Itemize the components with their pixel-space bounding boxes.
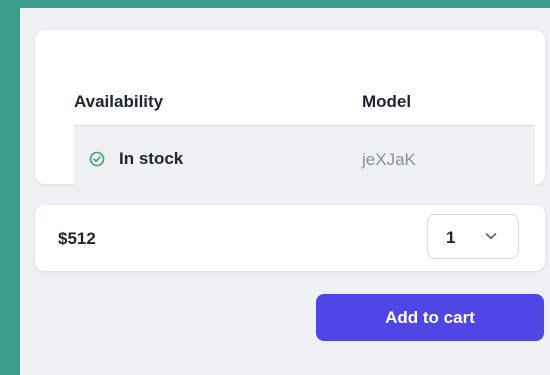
- quantity-value: 1: [446, 228, 456, 247]
- availability-status: In stock: [89, 149, 183, 169]
- check-circle-icon: [89, 151, 105, 167]
- quantity-select[interactable]: 1: [427, 214, 519, 259]
- table-row: In stock jeXJaK: [74, 125, 535, 193]
- availability-header: Availability: [74, 92, 164, 111]
- product-info-card: Availability Model In stock jeXJaK: [35, 30, 545, 193]
- model-value: jeXJaK: [362, 150, 416, 169]
- model-header: Model: [362, 92, 412, 111]
- chevron-down-icon: [485, 233, 497, 240]
- price-card: $512 1: [35, 205, 545, 271]
- product-panel: Availability Model In stock jeXJaK $512 …: [20, 8, 550, 375]
- price-value: $512: [58, 229, 96, 248]
- add-to-cart-button[interactable]: Add to cart: [316, 294, 544, 341]
- availability-value: In stock: [119, 149, 184, 168]
